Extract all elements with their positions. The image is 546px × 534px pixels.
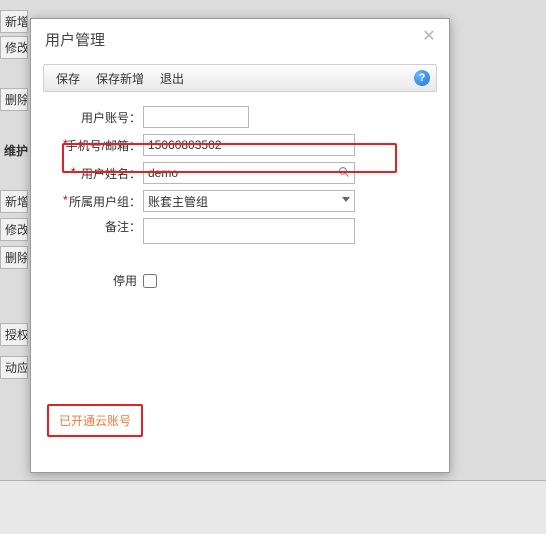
exit-button[interactable]: 退出 (152, 70, 192, 87)
disable-checkbox[interactable] (143, 274, 157, 288)
bg-sec-dyn: 动应 (0, 356, 28, 379)
user-management-dialog: 用户管理 ✕ 保存 保存新增 退出 ? 用户账号： 手机号/邮箱： 用户姓名： (30, 18, 450, 473)
account-input[interactable] (143, 106, 249, 128)
close-icon[interactable]: ✕ (421, 29, 437, 45)
bg-sec-edit: 修改 (0, 218, 28, 241)
bg-del-button: 删除 (0, 88, 28, 111)
bg-add-button: 新增 (0, 10, 28, 33)
bg-edit-button: 修改 (0, 36, 28, 59)
save-button[interactable]: 保存 (48, 70, 88, 87)
remark-textarea[interactable] (143, 218, 355, 244)
help-icon[interactable]: ? (414, 70, 430, 86)
bg-sec-auth: 授权 (0, 323, 28, 346)
account-label: 用户账号： (51, 109, 143, 126)
dialog-title-text: 用户管理 (45, 32, 105, 49)
group-label: 所属用户组： (51, 193, 143, 210)
phone-email-input[interactable] (143, 134, 355, 156)
username-input[interactable] (143, 162, 355, 184)
bg-sec-add: 新增 (0, 190, 28, 213)
username-label: 用户姓名： (51, 165, 143, 182)
user-form: 用户账号： 手机号/邮箱： 用户姓名： 所属用户组： 备注： (31, 92, 449, 289)
disable-label: 停用 (51, 272, 143, 289)
group-select-wrap[interactable] (143, 190, 355, 212)
save-new-button[interactable]: 保存新增 (88, 70, 152, 87)
bg-footer (0, 480, 546, 534)
group-select[interactable] (143, 190, 355, 212)
phone-label: 手机号/邮箱： (51, 137, 143, 154)
dialog-title: 用户管理 ✕ (31, 19, 449, 58)
username-field-wrap (143, 162, 355, 184)
bg-sec-del: 删除 (0, 246, 28, 269)
dialog-toolbar: 保存 保存新增 退出 ? (43, 64, 437, 92)
cloud-account-badge: 已开通云账号 (47, 404, 143, 437)
remark-label: 备注： (51, 218, 143, 235)
bg-maintain-label: 维护 (0, 140, 28, 161)
